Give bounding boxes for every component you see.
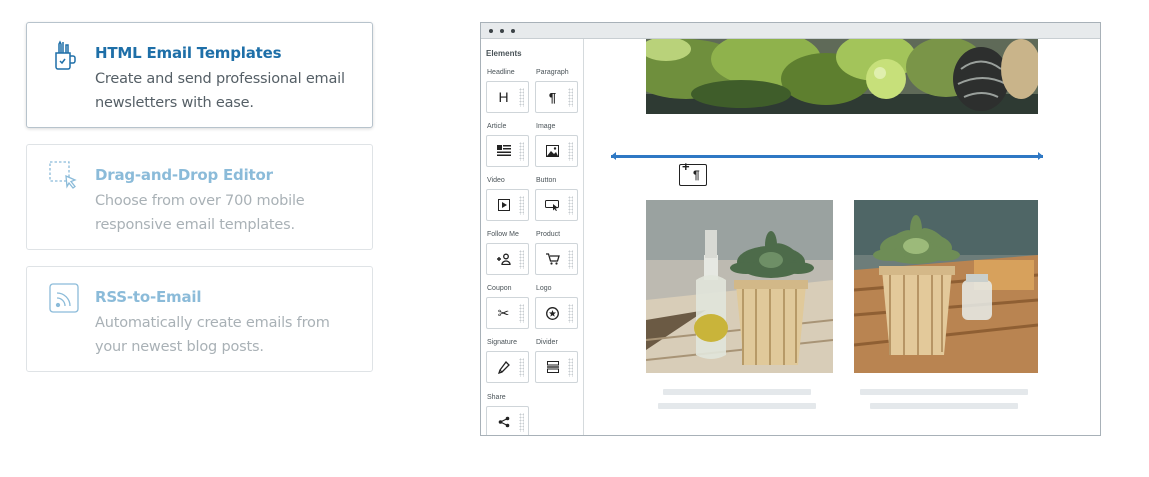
feature-title: RSS-to-Email (95, 288, 202, 306)
cart-icon (536, 244, 569, 274)
article-icon (487, 136, 520, 166)
window-dot (511, 29, 515, 33)
feature-description: Create and send professional email newsl… (95, 71, 345, 111)
scissors-icon: ✂ (497, 304, 510, 321)
feature-card-html-email-templates[interactable]: HTML Email Templates Create and send pro… (26, 22, 373, 128)
drop-line-end-left (611, 152, 616, 160)
feature-description: Choose from over 700 mobile responsive e… (95, 193, 305, 233)
element-label: Follow Me (487, 231, 519, 238)
placeholder-text-line (663, 389, 811, 395)
element-follow-me[interactable] (486, 243, 529, 275)
divider-icon (536, 352, 569, 382)
element-paragraph[interactable]: ¶ (535, 81, 578, 113)
element-logo[interactable] (535, 297, 578, 329)
element-label: Logo (536, 285, 552, 292)
feature-card-drag-and-drop-editor[interactable]: Drag-and-Drop Editor Choose from over 70… (26, 144, 373, 250)
feature-card-rss-to-email[interactable]: RSS-to-Email Automatically create emails… (26, 266, 373, 372)
placeholder-text-line (860, 389, 1028, 395)
element-label: Button (536, 177, 557, 184)
element-share[interactable] (486, 406, 529, 435)
element-label: Share (487, 394, 506, 401)
element-label: Product (536, 231, 561, 238)
pen-icon (487, 352, 520, 382)
feature-title: HTML Email Templates (95, 44, 282, 62)
element-label: Signature (487, 339, 517, 346)
element-label: Divider (536, 339, 558, 346)
element-video[interactable] (486, 189, 529, 221)
element-product[interactable] (535, 243, 578, 275)
feature-title: Drag-and-Drop Editor (95, 166, 273, 184)
dragged-paragraph-icon: ¶ + (679, 159, 707, 186)
window-titlebar (481, 23, 1100, 39)
window-dot (489, 29, 493, 33)
placeholder-text-line (658, 403, 816, 409)
element-divider[interactable] (535, 351, 578, 383)
element-label: Video (487, 177, 505, 184)
element-article[interactable] (486, 135, 529, 167)
follow-me-icon (487, 244, 520, 274)
elements-heading: Elements (486, 49, 522, 58)
headline-icon: H (498, 89, 509, 105)
element-label: Image (536, 123, 556, 130)
element-label: Paragraph (536, 69, 569, 76)
element-headline[interactable]: H (486, 81, 529, 113)
elements-panel: Elements Headline Paragraph H ¶ Article … (481, 39, 584, 435)
element-label: Headline (487, 69, 515, 76)
video-icon (487, 190, 520, 220)
editor-window: Elements Headline Paragraph H ¶ Article … (480, 22, 1101, 436)
element-image[interactable] (535, 135, 578, 167)
email-image-left[interactable] (646, 200, 833, 373)
drop-insertion-line (611, 155, 1043, 158)
feature-description: Automatically create emails from your ne… (95, 315, 330, 355)
rss-icon (49, 283, 81, 315)
share-icon (487, 407, 520, 435)
logo-icon (536, 298, 569, 328)
drop-line-end-right (1038, 152, 1043, 160)
email-header-image[interactable] (646, 39, 1038, 114)
image-icon (536, 136, 569, 166)
element-signature[interactable] (486, 351, 529, 383)
email-canvas[interactable]: ¶ + (585, 39, 1100, 435)
pencil-cup-icon (49, 39, 81, 71)
element-button[interactable] (535, 189, 578, 221)
element-label: Coupon (487, 285, 512, 292)
drag-select-cursor-icon (49, 161, 81, 193)
element-coupon[interactable]: ✂ (486, 297, 529, 329)
email-image-right[interactable] (854, 200, 1038, 373)
placeholder-text-line (870, 403, 1018, 409)
button-cursor-icon (536, 190, 569, 220)
element-label: Article (487, 123, 507, 130)
window-dot (500, 29, 504, 33)
paragraph-icon: ¶ (548, 89, 557, 105)
